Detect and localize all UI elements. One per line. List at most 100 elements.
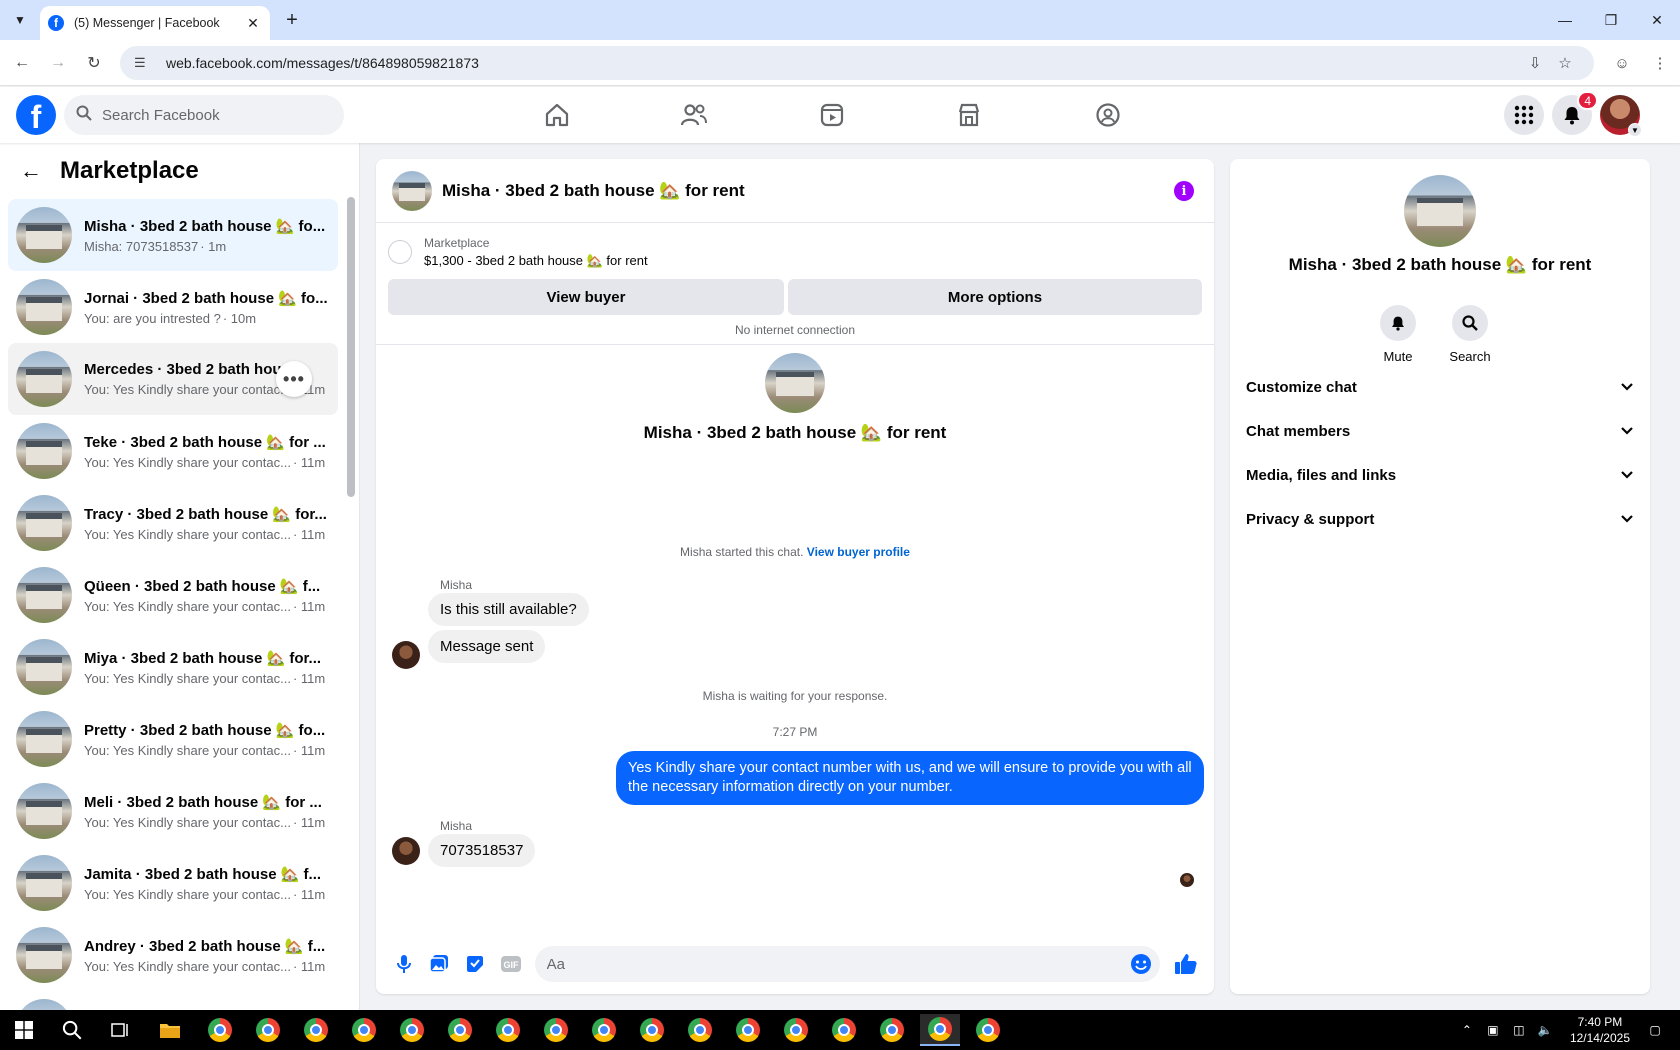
emoji-icon[interactable] xyxy=(1130,953,1152,980)
chrome-taskbar-app[interactable] xyxy=(776,1014,816,1046)
groups-icon[interactable] xyxy=(1052,91,1164,139)
chrome-taskbar-app[interactable] xyxy=(872,1014,912,1046)
conversation-item[interactable]: Miya · 3bed 2 bath house 🏡 for... You: Ye… xyxy=(8,631,338,703)
meet-now-icon[interactable]: ▣ xyxy=(1482,1023,1504,1037)
photo-icon[interactable] xyxy=(422,946,458,982)
view-buyer-button[interactable]: View buyer xyxy=(388,279,784,315)
chrome-taskbar-app[interactable] xyxy=(200,1014,240,1046)
conversation-item[interactable]: Andrey · 3bed 2 bath house 🏡 f... You: Ye… xyxy=(8,919,338,991)
chrome-taskbar-app[interactable] xyxy=(440,1014,480,1046)
conversation-item[interactable]: Teke · 3bed 2 bath house 🏡 for ... You: Y… xyxy=(8,415,338,487)
volume-icon[interactable]: 🔈 xyxy=(1534,1023,1556,1037)
install-app-icon[interactable]: ⇩ xyxy=(1520,54,1550,72)
chrome-taskbar-app[interactable] xyxy=(824,1014,864,1046)
menu-grid-icon[interactable] xyxy=(1504,95,1544,135)
thumbs-up-icon[interactable] xyxy=(1168,946,1204,982)
back-arrow-icon[interactable]: ← xyxy=(20,158,56,184)
privacy-support-section[interactable]: Privacy & support xyxy=(1246,497,1634,541)
back-arrow-icon[interactable]: ← xyxy=(10,51,34,75)
minimize-icon[interactable]: — xyxy=(1542,0,1588,40)
conversation-item[interactable]: Pretty · 3bed 2 bath house 🏡 fo... You: Y… xyxy=(8,703,338,775)
listing-thumbnail[interactable] xyxy=(388,240,412,264)
tab-close-icon[interactable]: ✕ xyxy=(244,15,262,32)
restore-icon[interactable]: ❐ xyxy=(1588,0,1634,40)
chat-members-section[interactable]: Chat members xyxy=(1246,409,1634,453)
conversation-item[interactable]: Jornai · 3bed 2 bath house 🏡 fo... You: a… xyxy=(8,271,338,343)
incoming-message[interactable]: Message sent xyxy=(428,630,546,663)
site-info-icon[interactable]: ☰ xyxy=(134,55,156,71)
chrome-taskbar-app[interactable] xyxy=(536,1014,576,1046)
conversation-item[interactable]: Misha · 3bed 2 bath house 🏡 fo... Misha: … xyxy=(8,199,338,271)
chrome-taskbar-app[interactable] xyxy=(920,1014,960,1046)
task-view-icon[interactable] xyxy=(100,1014,140,1046)
info-icon[interactable]: i xyxy=(1174,181,1194,201)
conversation-item[interactable]: Qüeen · 3bed 2 bath house 🏡 f... You: Yes… xyxy=(8,559,338,631)
taskbar-clock[interactable]: 7:40 PM 12/14/2025 xyxy=(1570,1014,1630,1046)
chrome-taskbar-app[interactable] xyxy=(248,1014,288,1046)
network-icon[interactable]: ◫ xyxy=(1508,1023,1530,1037)
conversation-item[interactable]: Mercedes · 3bed 2 bath hous You: Yes Kind… xyxy=(8,343,338,415)
search-conversation-button[interactable]: Search xyxy=(1449,305,1491,364)
listing-title[interactable]: $1,300 - 3bed 2 bath house 🏡 for rent xyxy=(424,253,648,269)
taskbar-search-icon[interactable] xyxy=(52,1014,92,1046)
url-text[interactable]: web.facebook.com/messages/t/864898059821… xyxy=(166,55,1520,71)
video-icon[interactable] xyxy=(776,91,888,139)
microphone-icon[interactable] xyxy=(386,946,422,982)
conversation-item[interactable]: Chamynek · 3bed 2 bath house xyxy=(8,991,338,1010)
sticker-icon[interactable] xyxy=(457,946,493,982)
bookmark-star-icon[interactable]: ☆ xyxy=(1550,54,1580,72)
account-avatar[interactable]: ▼ xyxy=(1600,95,1642,137)
message-input[interactable] xyxy=(546,955,1107,973)
chrome-taskbar-app[interactable] xyxy=(968,1014,1008,1046)
search-input[interactable] xyxy=(102,106,322,124)
outgoing-message[interactable]: Yes Kindly share your contact number wit… xyxy=(616,751,1204,805)
chrome-taskbar-app[interactable] xyxy=(296,1014,336,1046)
notification-center-icon[interactable]: ▢ xyxy=(1644,1023,1666,1037)
friends-icon[interactable] xyxy=(638,91,750,139)
gif-icon[interactable]: GIF xyxy=(493,946,529,982)
windows-start-icon[interactable] xyxy=(0,1010,48,1050)
more-options-icon[interactable]: ••• xyxy=(276,361,312,397)
media-files-links-section[interactable]: Media, files and links xyxy=(1246,453,1634,497)
browser-tab[interactable]: f (5) Messenger | Facebook ✕ xyxy=(40,6,270,40)
info-avatar[interactable] xyxy=(1404,175,1476,247)
conversation-item[interactable]: Meli · 3bed 2 bath house 🏡 for ... You: Y… xyxy=(8,775,338,847)
facebook-logo-icon[interactable]: f xyxy=(16,95,56,135)
mute-button[interactable]: Mute xyxy=(1378,305,1418,364)
chrome-taskbar-app[interactable] xyxy=(584,1014,624,1046)
conversation-avatar xyxy=(16,495,72,551)
file-explorer-icon[interactable] xyxy=(150,1014,190,1046)
forward-arrow-icon[interactable]: → xyxy=(46,51,70,75)
home-icon[interactable] xyxy=(501,91,613,139)
chrome-taskbar-app[interactable] xyxy=(392,1014,432,1046)
sidebar-scrollbar[interactable] xyxy=(347,197,355,497)
marketplace-icon[interactable] xyxy=(913,91,1025,139)
chrome-taskbar-app[interactable] xyxy=(680,1014,720,1046)
view-buyer-profile-link[interactable]: View buyer profile xyxy=(807,545,910,559)
close-window-icon[interactable]: ✕ xyxy=(1634,0,1680,40)
address-bar[interactable]: ☰ web.facebook.com/messages/t/8648980598… xyxy=(120,46,1594,80)
reload-icon[interactable]: ↻ xyxy=(82,51,106,75)
more-options-button[interactable]: More options xyxy=(788,279,1202,315)
sender-avatar[interactable] xyxy=(392,837,420,865)
show-hidden-icons-icon[interactable]: ⌃ xyxy=(1456,1023,1478,1037)
customize-chat-section[interactable]: Customize chat xyxy=(1246,365,1634,409)
incoming-message[interactable]: Is this still available? xyxy=(428,593,589,626)
chrome-taskbar-app[interactable] xyxy=(728,1014,768,1046)
facebook-search[interactable] xyxy=(64,95,344,135)
sender-avatar[interactable] xyxy=(392,641,420,669)
conversation-item[interactable]: Jamita · 3bed 2 bath house 🏡 f... You: Ye… xyxy=(8,847,338,919)
chrome-taskbar-app[interactable] xyxy=(632,1014,672,1046)
conversation-item[interactable]: Tracy · 3bed 2 bath house 🏡 for... You: Y… xyxy=(8,487,338,559)
conversation-name: Miya · 3bed 2 bath house 🏡 for... xyxy=(84,649,322,667)
profile-icon[interactable]: ☺ xyxy=(1610,51,1634,75)
chat-title[interactable]: Misha · 3bed 2 bath house 🏡 for rent xyxy=(442,181,745,201)
incoming-message[interactable]: 7073518537 xyxy=(428,834,536,867)
chat-avatar[interactable] xyxy=(392,170,432,211)
new-tab-button[interactable]: + xyxy=(280,8,304,32)
menu-dots-icon[interactable]: ⋮ xyxy=(1648,51,1672,75)
chrome-taskbar-app[interactable] xyxy=(344,1014,384,1046)
tab-search-button[interactable]: ▼ xyxy=(8,8,32,32)
notifications-bell-icon[interactable]: 4 xyxy=(1552,91,1598,135)
chrome-taskbar-app[interactable] xyxy=(488,1014,528,1046)
